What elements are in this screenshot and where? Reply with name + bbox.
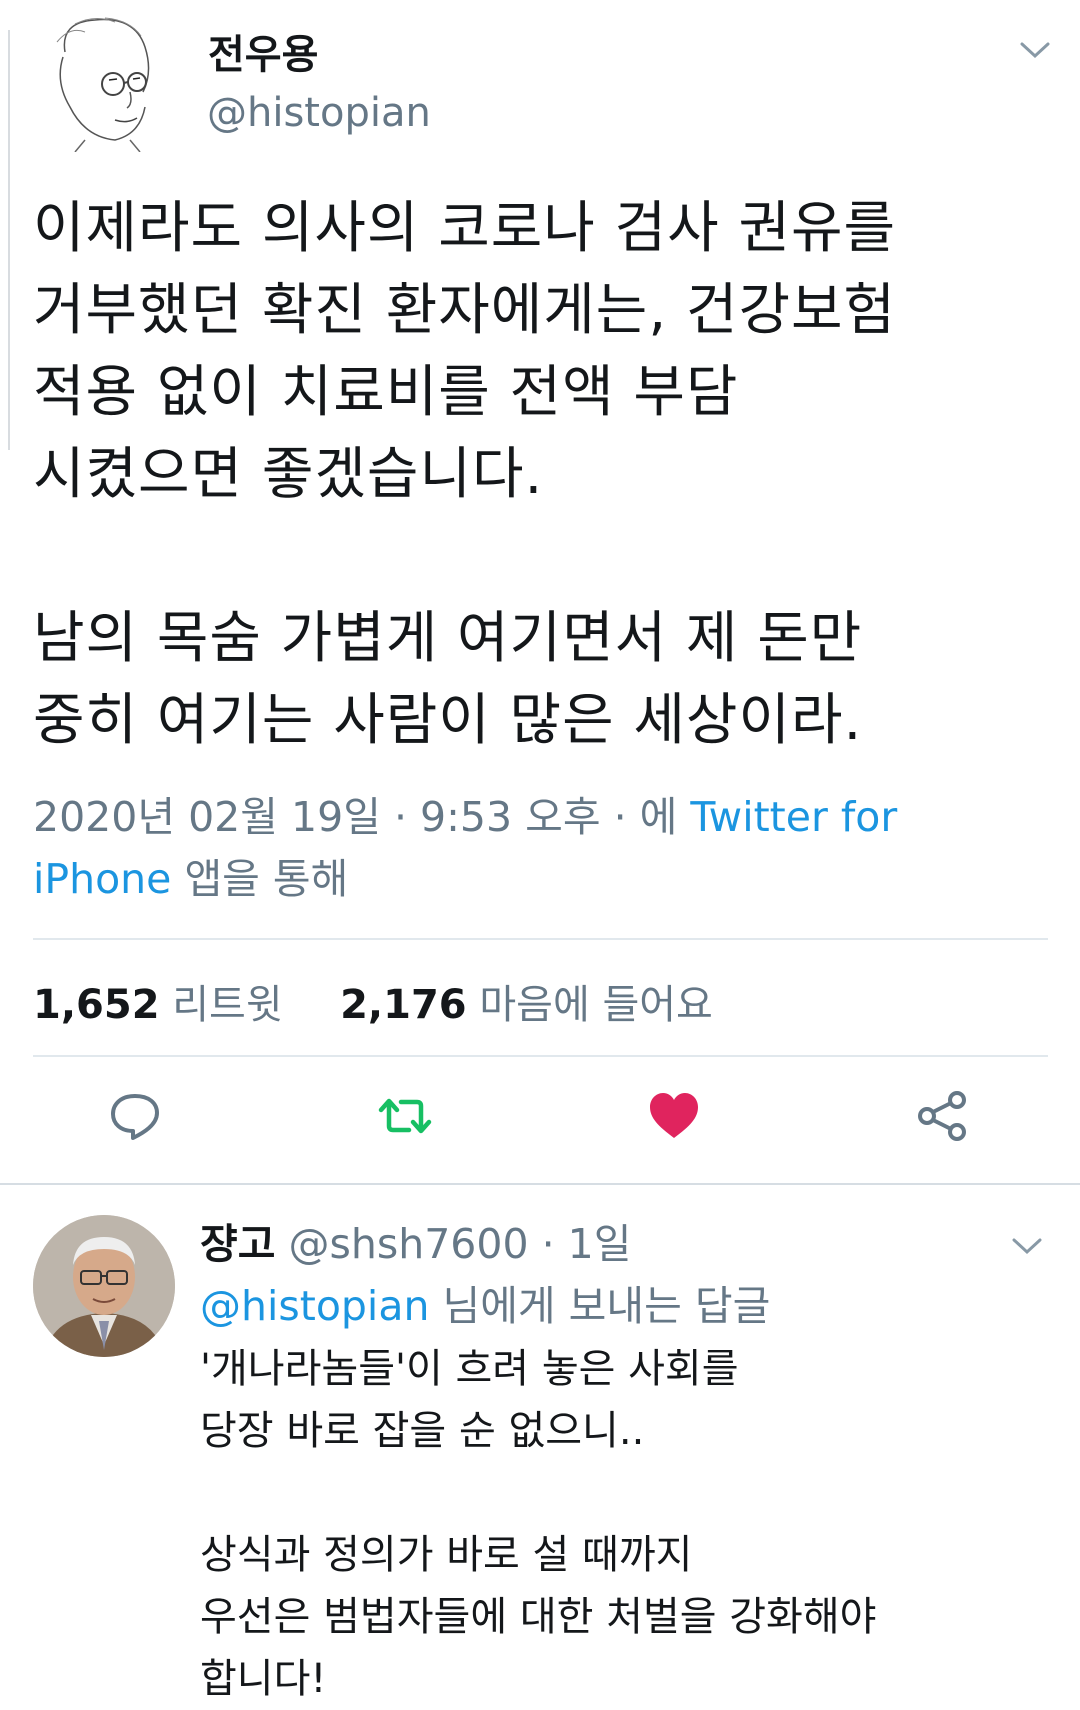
replying-to-suffix: 님에게 보내는 답글 xyxy=(429,1282,771,1330)
retweet-icon[interactable] xyxy=(377,1088,433,1144)
tweet-text: 이제라도 의사의 코로나 검사 권유를 거부했던 확진 환자에게는, 건강보험 … xyxy=(33,196,897,753)
share-icon[interactable] xyxy=(915,1088,971,1144)
reply-icon[interactable] xyxy=(107,1088,163,1144)
divider xyxy=(33,1055,1048,1057)
reply-author-name[interactable]: 쟝고 xyxy=(200,1220,275,1268)
author-name[interactable]: 전우용 xyxy=(208,22,318,80)
reply-time: · 1일 xyxy=(528,1220,632,1268)
retweet-label[interactable]: 리트윗 xyxy=(172,982,282,1028)
tweet-stats: 1,652 리트윗 2,176 마음에 들어요 xyxy=(33,972,713,1030)
action-bar xyxy=(0,1088,1080,1158)
reply-author-handle[interactable]: @shsh7600 xyxy=(289,1220,529,1268)
like-count[interactable]: 2,176 xyxy=(340,982,467,1028)
reply-text: '개나라놈들'이 흐려 놓은 사회를 당장 바로 잡을 순 없으니.. 상식과 … xyxy=(200,1346,877,1702)
chevron-down-icon[interactable] xyxy=(1018,40,1052,60)
like-label[interactable]: 마음에 들어요 xyxy=(479,982,713,1028)
tweet-timestamp: 2020년 02월 19일 · 9:53 오후 · 에 xyxy=(33,793,691,841)
author-avatar[interactable] xyxy=(45,12,165,153)
heart-icon[interactable] xyxy=(646,1088,702,1144)
tweet-meta: 2020년 02월 19일 · 9:53 오후 · 에 Twitter for … xyxy=(33,786,1033,910)
main-tweet: 전우용 @histopian 이제라도 의사의 코로나 검사 권유를 거부했던 … xyxy=(0,0,1080,1185)
reply-header: 쟝고 @shsh7600 · 1일 xyxy=(200,1210,631,1270)
divider xyxy=(33,938,1048,940)
reply-avatar[interactable] xyxy=(33,1215,175,1357)
replying-to-handle[interactable]: @histopian xyxy=(200,1282,429,1330)
chevron-down-icon[interactable] xyxy=(1010,1236,1044,1256)
tweet-source-suffix: 앱을 통해 xyxy=(171,855,349,903)
replying-to: @histopian 님에게 보내는 답글 xyxy=(200,1272,770,1332)
author-handle[interactable]: @histopian xyxy=(207,90,431,136)
divider xyxy=(0,1183,1080,1185)
retweet-count[interactable]: 1,652 xyxy=(33,982,160,1028)
